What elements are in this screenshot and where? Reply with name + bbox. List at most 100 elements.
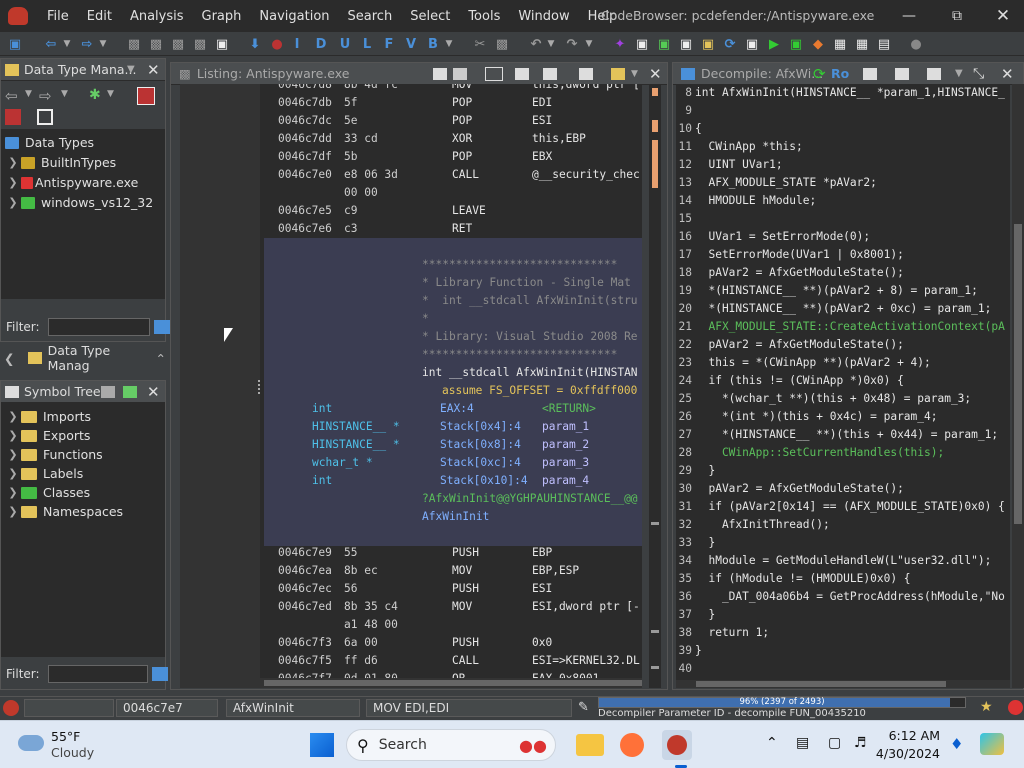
toggle-field-icon[interactable] [515,67,529,80]
code-line[interactable]: 29 } [676,462,1010,480]
restore-button[interactable]: ⧉ [934,0,980,32]
panel-menu-icon[interactable]: ▼ [955,68,963,79]
instruction-row[interactable]: 0046c7e6 c3 RET [180,220,642,238]
refresh-icon[interactable]: ⟳ [813,65,826,83]
letter-d-icon[interactable]: D [314,35,328,53]
code-line[interactable]: 21 AFX_MODULE_STATE::CreateActivationCon… [676,318,1010,336]
code-line[interactable]: 16 UVar1 = SetErrorMode(0); [676,228,1010,246]
clock-time[interactable]: 6:12 AM [880,728,940,743]
tree-item-namespaces[interactable]: ❯ Namespaces [5,502,123,521]
forward-dropdown-icon[interactable]: ▼ [98,35,108,53]
vertical-splitter-grip[interactable] [258,380,262,394]
arrange-dropdown-icon[interactable]: ▼ [107,89,114,99]
instruction-row[interactable]: 0046c7dd 33 cd XOR this,EBP [180,130,642,148]
structure-icon[interactable]: ▤ [876,35,892,53]
file-explorer-icon[interactable] [576,734,604,756]
back-arrow-icon[interactable]: ⇦ [40,35,62,53]
copy-icon[interactable] [433,67,447,80]
close-button[interactable]: ✕ [980,0,1024,32]
field-layout-icon[interactable] [611,67,625,80]
code-line[interactable]: 18 pAVar2 = AfxGetModuleState(); [676,264,1010,282]
nav-undefined-icon[interactable]: ▩ [192,35,208,53]
snapshot-icon[interactable] [927,67,941,80]
ro-icon[interactable]: Ro [831,66,849,81]
weather-label[interactable]: Cloudy [51,745,94,760]
snapshot-icon[interactable] [579,67,593,80]
data-type-manager-tab[interactable]: ❮ Data Type Manag ⌃ [0,343,166,373]
weather-temp[interactable]: 55°F [51,729,80,744]
panel-menu-icon[interactable]: ▼ [127,64,135,75]
code-line[interactable]: 11 CWinApp *this; [676,138,1010,156]
instruction-row[interactable]: 0046c7dc 5e POP ESI [180,112,642,130]
back-dropdown-icon[interactable]: ▼ [62,35,72,53]
tree-item-builtintypes[interactable]: ❯ BuiltInTypes [5,153,116,172]
code-line[interactable]: 25 *(wchar_t **)(this + 0x48) = param_3; [676,390,1010,408]
symbol-table-icon[interactable]: ▦ [854,35,870,53]
network-off-icon[interactable]: ▤ [796,735,809,751]
image-base-icon[interactable]: ▣ [634,35,650,53]
taskbar-search[interactable]: ⚲ Search ●● [346,729,556,761]
code-line[interactable]: 39} [676,642,1010,660]
letter-l-icon[interactable]: L [360,35,374,53]
start-button[interactable] [308,731,336,759]
cancel-task-icon[interactable] [1008,700,1023,715]
stop-icon[interactable]: ● [270,35,284,53]
maximize-icon[interactable]: ⤡ [973,66,984,82]
code-line[interactable]: 13 AFX_MODULE_STATE *pAVar2; [676,174,1010,192]
tree-item-imports[interactable]: ❯ Imports [5,407,91,426]
bytes-icon[interactable]: ▣ [656,35,672,53]
scroll-thumb-2[interactable] [651,630,659,633]
function-label[interactable]: AfxWinInit [422,508,489,526]
broom-icon[interactable]: ★ [980,699,1000,717]
display-icon[interactable]: ▢ [828,735,841,751]
filter-toggle-icon[interactable] [137,87,155,105]
instruction-row[interactable]: 00 00 [180,184,642,202]
code-line[interactable]: 35 if (hModule != (HMODULE)0x0) { [676,570,1010,588]
decompiler-hscrollbar[interactable] [676,680,1010,688]
paste-icon[interactable]: ▩ [494,35,510,53]
layout-dropdown-icon[interactable]: ▼ [631,69,638,79]
minimize-button[interactable]: — [886,0,932,32]
code-line[interactable]: 27 *(HINSTANCE__ **)(this + 0x44) = para… [676,426,1010,444]
down-arrow-icon[interactable]: ⬇ [248,35,262,53]
code-line[interactable]: 20 *(HINSTANCE__ **)(pAVar2 + 0xc) = par… [676,300,1010,318]
refresh-icon[interactable] [123,385,137,398]
instruction-row[interactable]: 0046c7e5 c9 LEAVE [180,202,642,220]
code-line[interactable]: 19 *(HINSTANCE__ **)(pAVar2 + 8) = param… [676,282,1010,300]
menu-navigation[interactable]: Navigation [250,9,338,24]
volume-mute-icon[interactable]: ♬ [854,735,867,751]
code-line[interactable]: 30 pAVar2 = AfxGetModuleState(); [676,480,1010,498]
instruction-row[interactable]: 0046c7ed 8b 35 c4 MOV ESI,dword ptr [- [180,598,642,616]
copy-icon[interactable] [863,67,877,80]
chevron-left-icon[interactable]: ❮ [4,351,14,366]
back-dropdown-icon[interactable]: ▼ [25,89,32,99]
tree-item-labels[interactable]: ❯ Labels [5,464,83,483]
copilot-icon[interactable] [980,733,1004,755]
code-line[interactable]: 28 CWinApp::SetCurrentHandles(this); [676,444,1010,462]
code-line[interactable]: 24 if (this != (CWinApp *)0x0) { [676,372,1010,390]
nav-next-icon[interactable]: ▩ [148,35,164,53]
instruction-row[interactable]: a1 48 00 [180,616,642,634]
code-line[interactable]: 23 this = *(CWinApp **)(pAVar2 + 4); [676,354,1010,372]
notification-bell-icon[interactable]: ♦ [950,735,963,753]
tree-item-windows-vs12[interactable]: ❯ windows_vs12_32 [5,193,153,212]
letter-b-icon[interactable]: B [426,35,440,53]
error-icon[interactable] [3,700,19,716]
code-line[interactable]: 22 pAVar2 = AfxGetModuleState(); [676,336,1010,354]
nav-dropdown-icon[interactable]: ▼ [444,35,454,53]
code-line[interactable]: 32 AfxInitThread(); [676,516,1010,534]
instruction-row[interactable]: 0046c7ea 8b ec MOV EBP,ESP [180,562,642,580]
listing-scrollbar[interactable] [649,84,661,688]
nav-instruction-icon[interactable]: ▣ [214,35,230,53]
code-line[interactable]: 36 _DAT_004a06b4 = GetProcAddress(hModul… [676,588,1010,606]
debug-icon[interactable]: ● [908,35,924,53]
chevron-up-icon[interactable]: ⌃ [156,351,166,366]
close-panel-icon[interactable]: ✕ [147,383,160,401]
listing-hscrollbar[interactable] [180,678,642,688]
filter-options-icon[interactable] [153,320,170,334]
undo-dropdown-icon[interactable]: ▼ [546,35,556,53]
run-script-icon[interactable]: ▶ [766,35,782,53]
instruction-row[interactable]: 0046c7e0 e8 06 3d CALL @__security_chec [180,166,642,184]
code-line[interactable]: 33 } [676,534,1010,552]
forward-arrow-icon[interactable]: ⇨ [39,87,52,105]
